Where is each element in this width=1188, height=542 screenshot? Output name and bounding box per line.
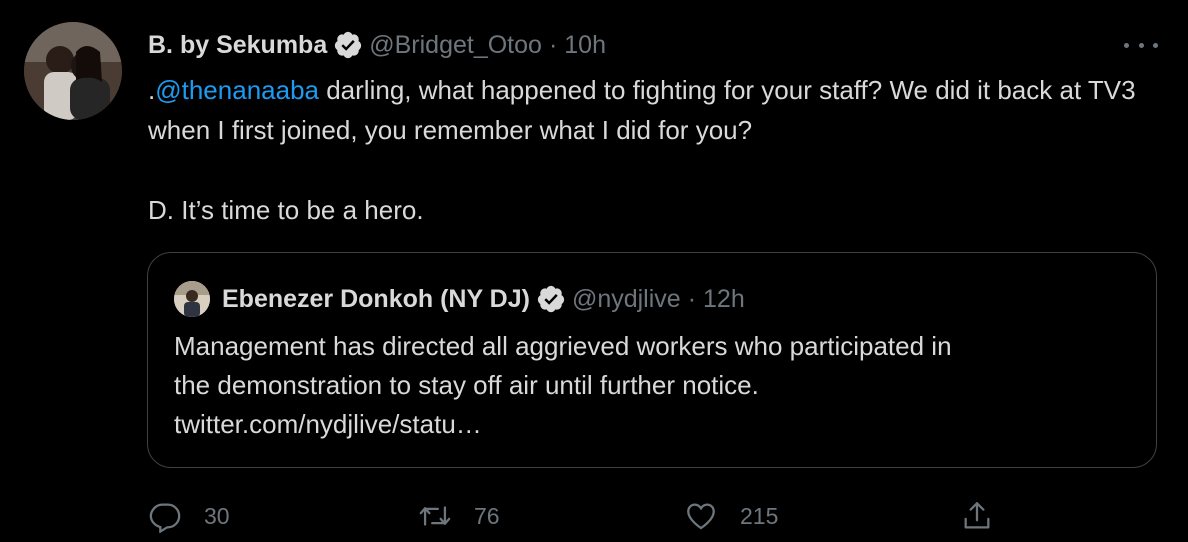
- quoted-author-handle: @nydjlive: [571, 284, 681, 313]
- tweet-header: B. by Sekumba @Bridget_Otoo · 10h: [148, 28, 606, 62]
- tweet-text: .@thenanaaba darling, what happened to f…: [148, 70, 1168, 230]
- like-count: 215: [740, 502, 779, 529]
- tweet-paragraph-1: .@thenanaaba darling, what happened to f…: [148, 70, 1168, 150]
- reply-button[interactable]: 30: [148, 492, 230, 540]
- author-handle[interactable]: @Bridget_Otoo: [369, 31, 542, 60]
- quoted-tweet-timestamp: 12h: [703, 284, 745, 313]
- tweet-paragraph-2: D. It’s time to be a hero.: [148, 195, 424, 225]
- quoted-tweet-text: Management has directed all aggrieved wo…: [174, 327, 1134, 444]
- verified-badge-icon: [333, 30, 363, 60]
- quoted-tweet-card[interactable]: Ebenezer Donkoh (NY DJ) @nydjlive · 12h …: [147, 252, 1157, 468]
- retweet-button[interactable]: 76: [418, 492, 500, 540]
- avatar-photo: [24, 22, 122, 120]
- verified-badge-icon: [536, 284, 566, 314]
- quoted-text-link[interactable]: twitter.com/nydjlive/statu…: [174, 405, 1134, 444]
- heart-icon: [687, 503, 715, 530]
- author-name[interactable]: B. by Sekumba: [148, 31, 327, 60]
- share-button[interactable]: [960, 492, 994, 540]
- more-dots-icon[interactable]: [1124, 32, 1158, 58]
- retweet-count: 76: [474, 502, 500, 529]
- quoted-text-line-1: Management has directed all aggrieved wo…: [174, 331, 952, 361]
- mention-link[interactable]: @thenanaaba: [155, 75, 319, 105]
- separator-dot: ·: [687, 284, 697, 313]
- dot-2: [1138, 42, 1144, 48]
- retweet-icon: [419, 506, 451, 526]
- quoted-text-line-2: the demonstration to stay off air until …: [174, 370, 759, 400]
- reply-count: 30: [204, 502, 230, 529]
- tweet[interactable]: B. by Sekumba @Bridget_Otoo · 10h .@then…: [0, 0, 1188, 542]
- tweet-timestamp[interactable]: 10h: [564, 31, 606, 60]
- dot-3: [1153, 42, 1158, 48]
- author-avatar[interactable]: [24, 22, 122, 120]
- quoted-author-avatar: [174, 281, 210, 317]
- dot-1: [1124, 42, 1129, 48]
- reply-icon: [149, 503, 181, 533]
- separator-dot: ·: [548, 30, 558, 59]
- tweet-actions: 30 76 215: [0, 492, 1188, 542]
- share-icon: [964, 502, 990, 529]
- quoted-avatar-photo: [174, 281, 210, 317]
- quoted-tweet-header: Ebenezer Donkoh (NY DJ) @nydjlive · 12h: [222, 281, 745, 317]
- quoted-author-name: Ebenezer Donkoh (NY DJ): [222, 284, 530, 313]
- like-button[interactable]: 215: [684, 492, 778, 540]
